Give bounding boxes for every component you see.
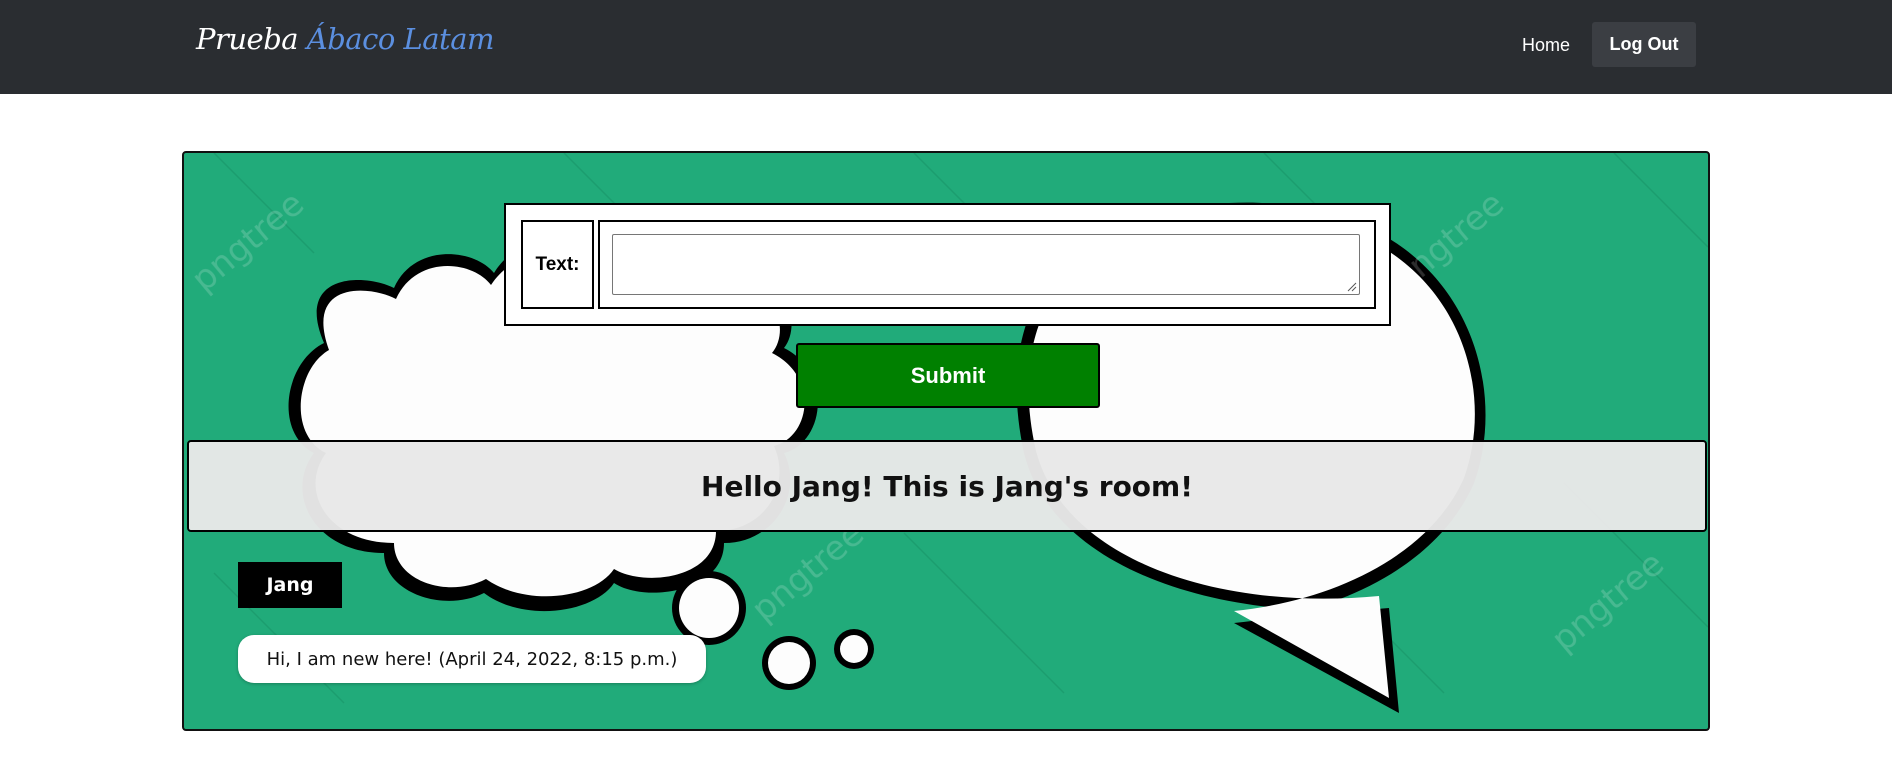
message-username: Jang: [238, 562, 342, 608]
logout-button[interactable]: Log Out: [1592, 22, 1696, 67]
brand-text-abaco-latam: Ábaco Latam: [306, 22, 495, 56]
text-field-cell: [598, 220, 1376, 309]
room-title: Hello Jang! This is Jang's room!: [187, 440, 1707, 532]
brand-text-prueba: Prueba: [196, 22, 299, 56]
watermark-text: pngtree: [184, 184, 312, 300]
submit-button[interactable]: Submit: [796, 343, 1100, 408]
message-bubble: Hi, I am new here! (April 24, 2022, 8:15…: [238, 635, 706, 683]
message-textarea[interactable]: [612, 234, 1360, 295]
brand-logo[interactable]: Prueba Ábaco Latam: [196, 22, 495, 56]
text-field-label: Text:: [521, 220, 594, 309]
top-navbar: Prueba Ábaco Latam Home Log Out: [0, 0, 1892, 94]
resize-grip-icon[interactable]: [1347, 282, 1357, 292]
home-link[interactable]: Home: [1506, 22, 1586, 68]
watermark-text: pngtree: [1384, 184, 1512, 300]
watermark-text: pngtree: [1544, 544, 1672, 660]
chat-room-panel: pngtree pngtree pngtree pngtree pngtree …: [182, 151, 1710, 731]
message-form: Text:: [504, 203, 1391, 326]
